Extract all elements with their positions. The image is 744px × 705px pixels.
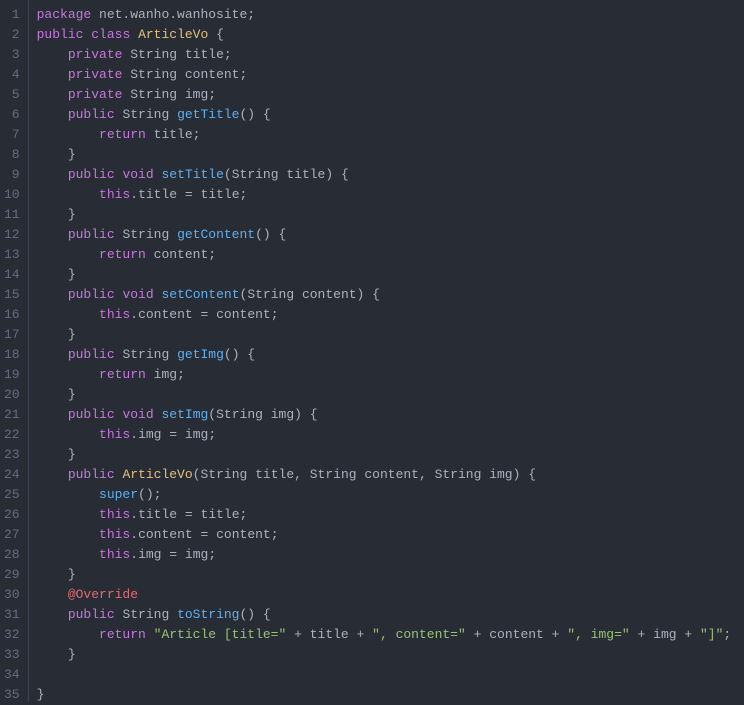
line-number: 10 (4, 185, 20, 205)
code-line[interactable]: this.title = title; (37, 505, 736, 525)
code-line[interactable]: public String getImg() { (37, 345, 736, 365)
code-line[interactable]: this.title = title; (37, 185, 736, 205)
code-editor: 1234567891011121314151617181920212223242… (0, 0, 744, 702)
code-line[interactable]: @Override (37, 585, 736, 605)
code-line[interactable] (37, 665, 736, 685)
line-number: 18 (4, 345, 20, 365)
code-line[interactable]: this.img = img; (37, 545, 736, 565)
line-number: 3 (4, 45, 20, 65)
code-line[interactable]: public void setTitle(String title) { (37, 165, 736, 185)
line-number: 26 (4, 505, 20, 525)
code-line[interactable]: public void setContent(String content) { (37, 285, 736, 305)
line-number: 14 (4, 265, 20, 285)
line-number: 5 (4, 85, 20, 105)
line-number: 17 (4, 325, 20, 345)
line-number: 32 (4, 625, 20, 645)
code-line[interactable]: } (37, 145, 736, 165)
code-line[interactable]: return "Article [title=" + title + ", co… (37, 625, 736, 645)
code-area[interactable]: package net.wanho.wanhosite;public class… (29, 0, 744, 702)
line-number: 12 (4, 225, 20, 245)
code-line[interactable]: this.content = content; (37, 525, 736, 545)
code-line[interactable]: } (37, 385, 736, 405)
code-line[interactable]: private String content; (37, 65, 736, 85)
line-number: 7 (4, 125, 20, 145)
line-number: 31 (4, 605, 20, 625)
code-line[interactable]: } (37, 205, 736, 225)
line-number: 27 (4, 525, 20, 545)
line-number: 11 (4, 205, 20, 225)
code-line[interactable]: } (37, 445, 736, 465)
line-number: 35 (4, 685, 20, 705)
code-line[interactable]: } (37, 265, 736, 285)
code-line[interactable]: private String img; (37, 85, 736, 105)
code-line[interactable]: this.img = img; (37, 425, 736, 445)
code-line[interactable]: super(); (37, 485, 736, 505)
line-number: 34 (4, 665, 20, 685)
line-number: 2 (4, 25, 20, 45)
line-number: 29 (4, 565, 20, 585)
line-number: 30 (4, 585, 20, 605)
line-number: 15 (4, 285, 20, 305)
line-number: 16 (4, 305, 20, 325)
line-number: 22 (4, 425, 20, 445)
line-number: 9 (4, 165, 20, 185)
line-number: 20 (4, 385, 20, 405)
code-line[interactable]: return content; (37, 245, 736, 265)
line-number: 33 (4, 645, 20, 665)
code-line[interactable]: return title; (37, 125, 736, 145)
line-number: 4 (4, 65, 20, 85)
code-line[interactable]: } (37, 325, 736, 345)
line-number: 21 (4, 405, 20, 425)
code-line[interactable]: private String title; (37, 45, 736, 65)
line-number: 13 (4, 245, 20, 265)
code-line[interactable]: } (37, 565, 736, 585)
line-number: 24 (4, 465, 20, 485)
line-number: 6 (4, 105, 20, 125)
code-line[interactable]: } (37, 645, 736, 665)
line-number-gutter: 1234567891011121314151617181920212223242… (0, 0, 29, 702)
code-line[interactable]: public void setImg(String img) { (37, 405, 736, 425)
code-line[interactable]: public String getContent() { (37, 225, 736, 245)
line-number: 1 (4, 5, 20, 25)
line-number: 28 (4, 545, 20, 565)
line-number: 25 (4, 485, 20, 505)
line-number: 23 (4, 445, 20, 465)
code-line[interactable]: this.content = content; (37, 305, 736, 325)
code-line[interactable]: public String toString() { (37, 605, 736, 625)
code-line[interactable]: public class ArticleVo { (37, 25, 736, 45)
line-number: 19 (4, 365, 20, 385)
code-line[interactable]: package net.wanho.wanhosite; (37, 5, 736, 25)
line-number: 8 (4, 145, 20, 165)
code-line[interactable]: public String getTitle() { (37, 105, 736, 125)
code-line[interactable]: } (37, 685, 736, 705)
code-line[interactable]: return img; (37, 365, 736, 385)
code-line[interactable]: public ArticleVo(String title, String co… (37, 465, 736, 485)
